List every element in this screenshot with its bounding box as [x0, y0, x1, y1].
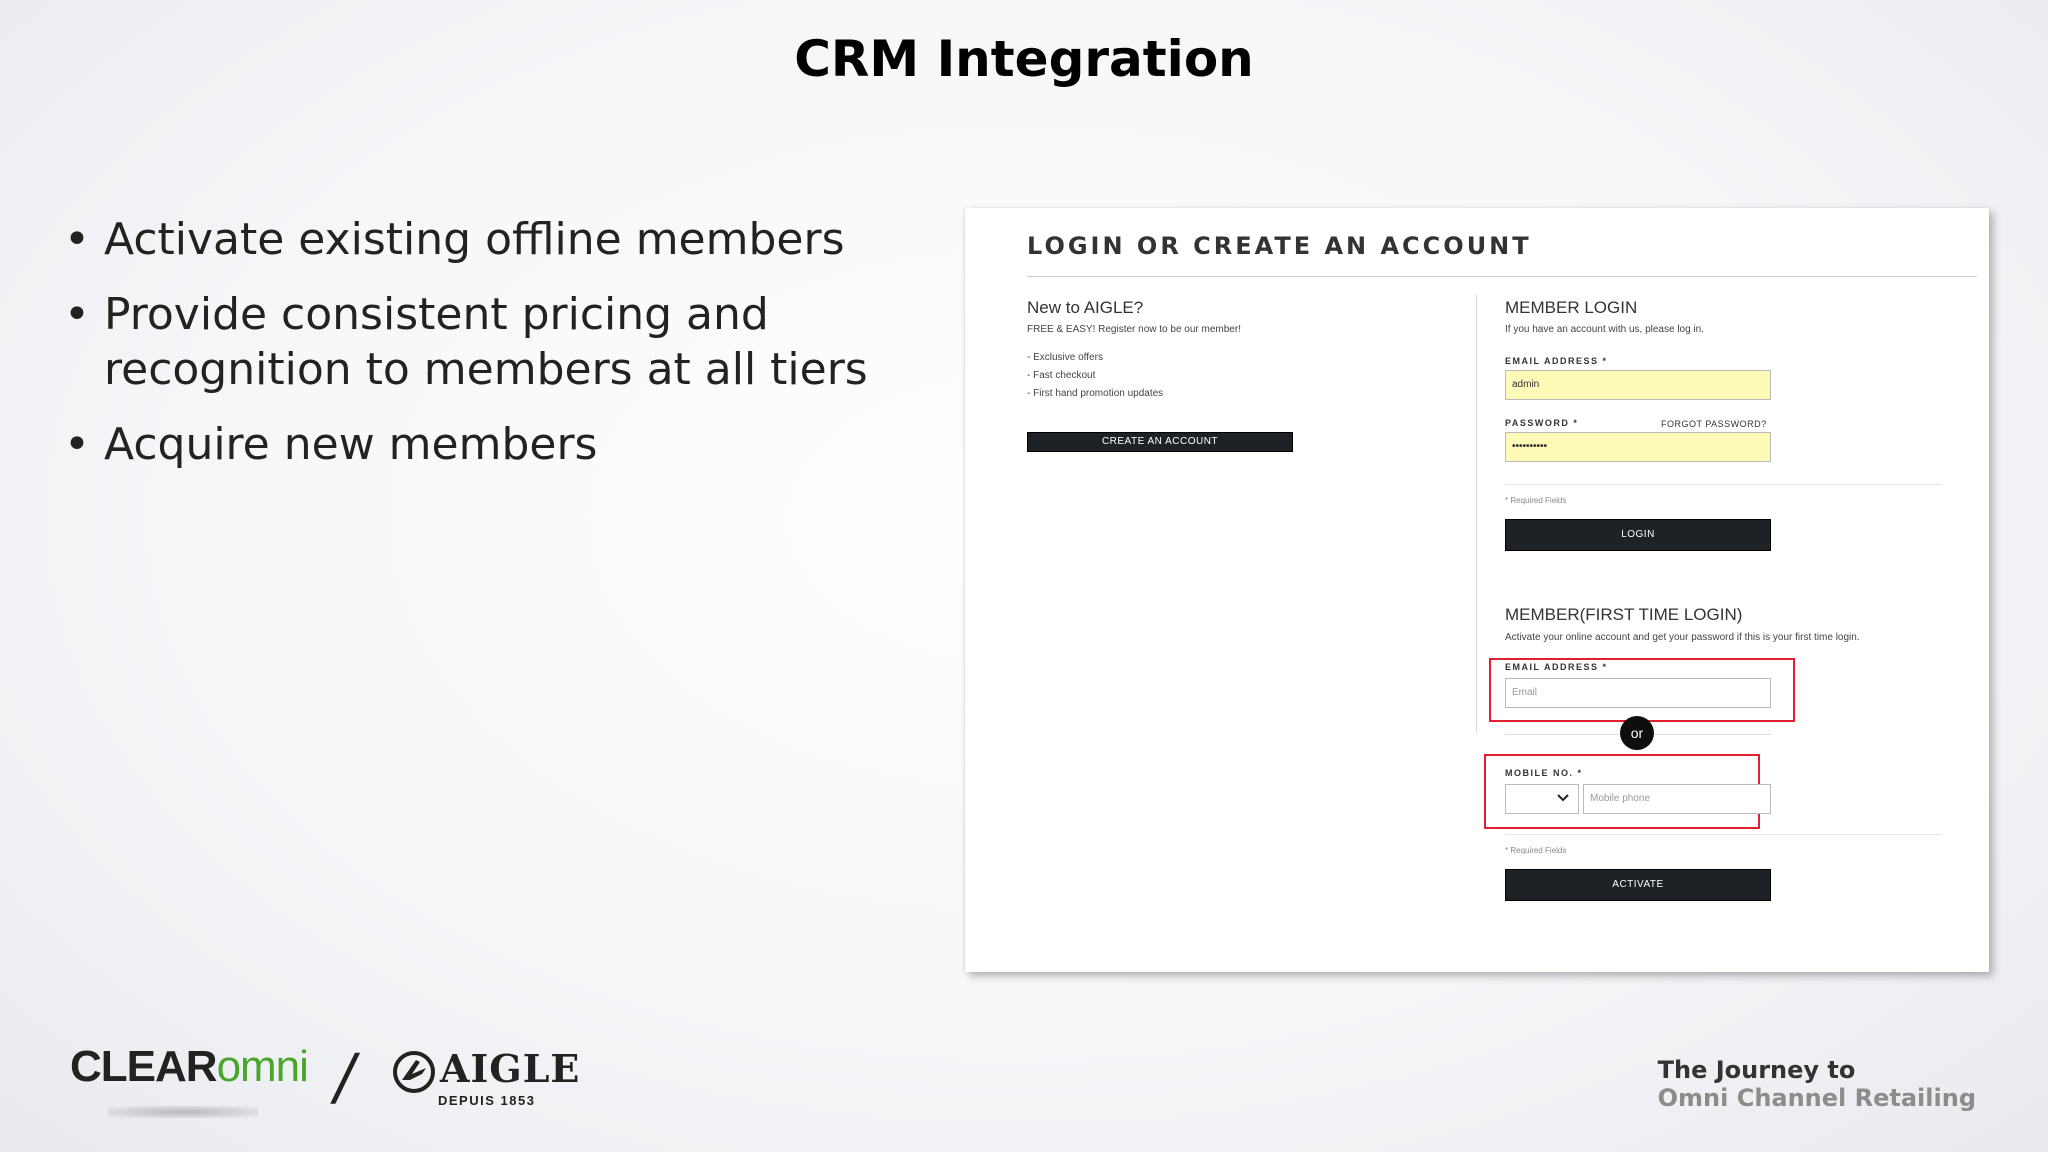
clearomni-logo: CLEARomni: [70, 1042, 309, 1091]
tagline-line-2: Omni Channel Retailing: [1657, 1084, 1976, 1112]
or-badge: or: [1620, 716, 1654, 750]
login-heading: LOGIN OR CREATE AN ACCOUNT: [1027, 232, 1532, 260]
bullet-text: Acquire new members: [104, 419, 598, 470]
perk-item: - Fast checkout: [1027, 370, 1096, 381]
logo-separator: /: [328, 1040, 363, 1113]
create-account-button[interactable]: CREATE AN ACCOUNT: [1027, 432, 1293, 452]
new-customer-title: New to AIGLE?: [1027, 298, 1144, 317]
password-label: PASSWORD *: [1505, 418, 1579, 428]
new-customer-subtitle: FREE & EASY! Register now to be our memb…: [1027, 324, 1241, 335]
login-button[interactable]: LOGIN: [1505, 519, 1771, 551]
heading-divider: [1027, 276, 1977, 277]
first-time-email-input[interactable]: Email: [1505, 678, 1771, 708]
login-page-screenshot: LOGIN OR CREATE AN ACCOUNT New to AIGLE?…: [965, 208, 1989, 972]
tagline: The Journey to Omni Channel Retailing: [1658, 1056, 1976, 1112]
member-login-title: MEMBER LOGIN: [1505, 298, 1638, 317]
tagline-line-1: The Journey to: [1657, 1056, 1856, 1084]
mobile-phone-input[interactable]: Mobile phone: [1583, 784, 1771, 814]
first-time-subtitle: Activate your online account and get you…: [1505, 632, 1860, 643]
perk-item: - Exclusive offers: [1027, 352, 1103, 363]
aigle-logo-text: AIGLE: [440, 1046, 581, 1091]
bullet-item: • Acquire new members: [64, 419, 598, 470]
member-login-subtitle: If you have an account with us, please l…: [1505, 324, 1705, 335]
forgot-password-link[interactable]: FORGOT PASSWORD?: [1661, 419, 1767, 429]
section-divider: [1505, 834, 1941, 835]
required-note: * Required Fields: [1505, 496, 1567, 505]
bullet-item: • Provide consistent pricing and recognit…: [64, 289, 868, 395]
perk-item: - First hand promotion updates: [1027, 388, 1164, 399]
mobile-label: MOBILE NO. *: [1505, 768, 1583, 778]
country-code-select[interactable]: [1505, 784, 1579, 814]
required-note: * Required Fields: [1505, 846, 1567, 855]
activate-button[interactable]: ACTIVATE: [1505, 869, 1771, 901]
chevron-down-icon: [1556, 791, 1570, 808]
email-label: EMAIL ADDRESS *: [1505, 356, 1608, 366]
login-password-input[interactable]: ••••••••••: [1505, 432, 1771, 462]
logo-shadow: [108, 1106, 258, 1118]
bullet-text: Provide consistent pricing and recogniti…: [104, 289, 868, 395]
bullet-item: • Activate existing offline members: [64, 214, 845, 265]
aigle-since: DEPUIS 1853: [438, 1093, 536, 1108]
section-divider: [1505, 484, 1941, 485]
bullet-list: • Activate existing offline members • Prov…: [62, 212, 892, 492]
slide-title: CRM Integration: [794, 30, 1254, 88]
column-divider: [1476, 294, 1477, 734]
aigle-eagle-icon: [392, 1050, 436, 1099]
first-time-title: MEMBER(FIRST TIME LOGIN): [1505, 605, 1743, 624]
bullet-text: Activate existing offline members: [104, 214, 845, 265]
first-time-email-label: EMAIL ADDRESS *: [1505, 662, 1608, 672]
login-email-input[interactable]: admin: [1505, 370, 1771, 400]
